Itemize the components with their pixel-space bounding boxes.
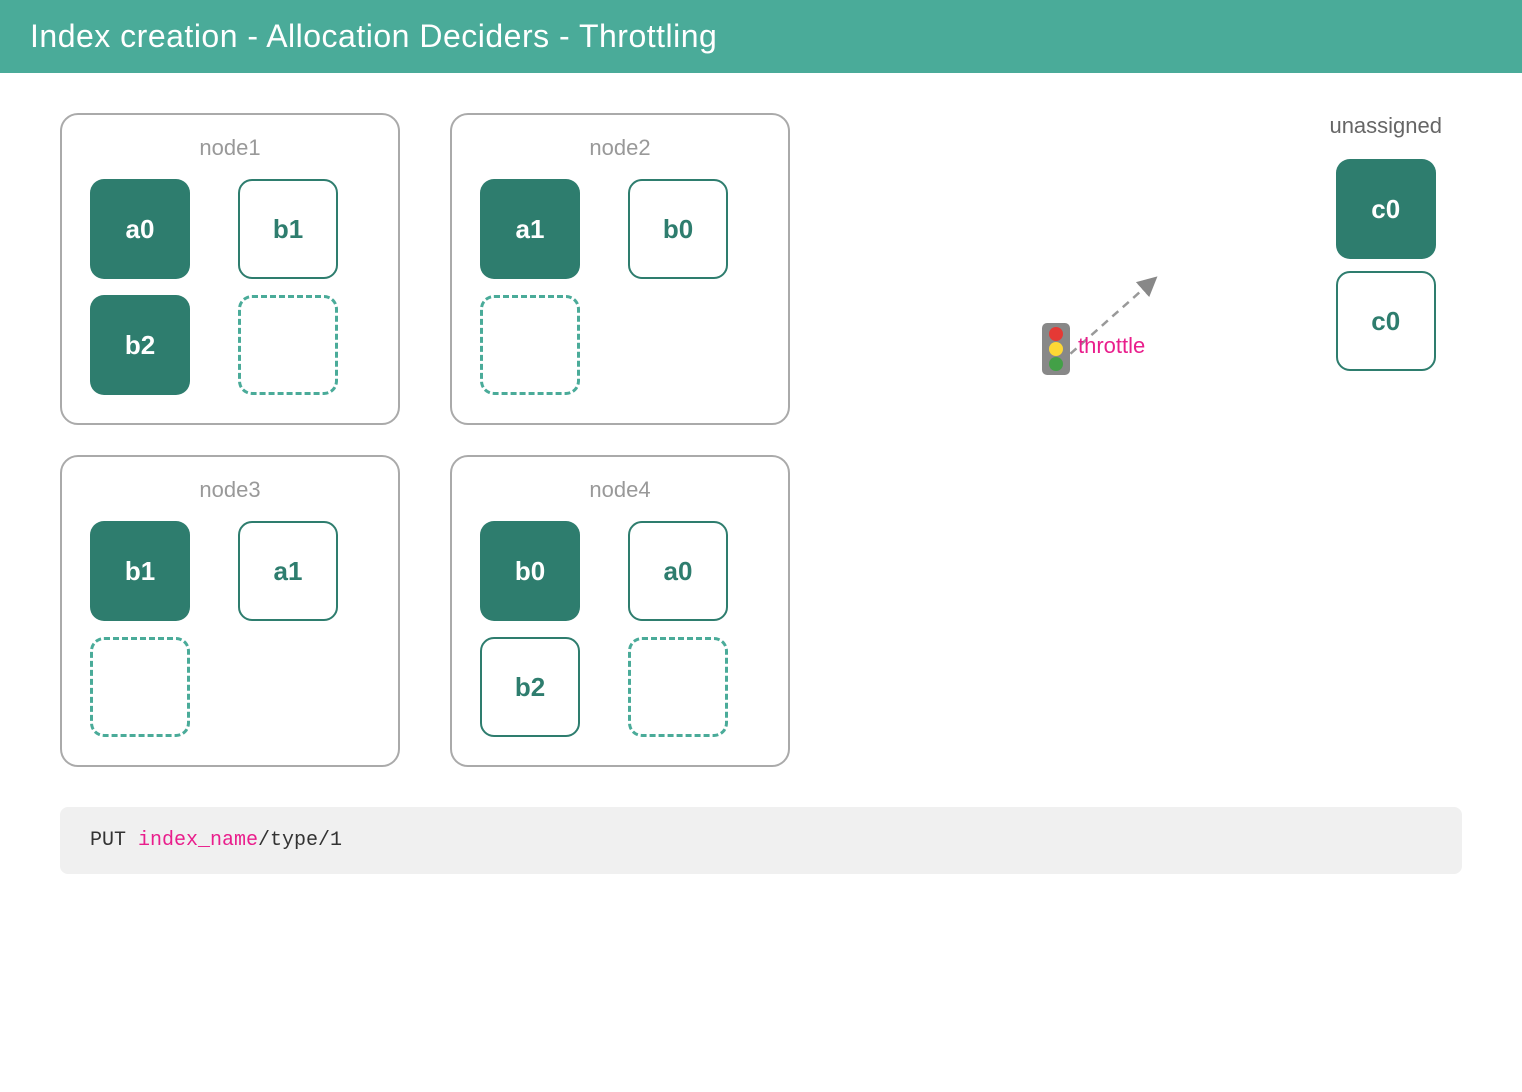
- shard-a0-primary: a0: [90, 179, 190, 279]
- node3-label: node3: [90, 477, 370, 503]
- bottom-row: node3 b1 a1 node4 b0 a0 b2: [60, 455, 1462, 767]
- tl-green: [1049, 357, 1063, 371]
- shard-empty-node2-1: [480, 295, 580, 395]
- shard-b1-primary-n3: b1: [90, 521, 190, 621]
- node2-shards: a1 b0: [480, 179, 760, 395]
- code-block: PUT index_name/type/1: [60, 807, 1462, 874]
- shard-a1-replica-n3: a1: [238, 521, 338, 621]
- code-suffix: /type/1: [258, 829, 342, 852]
- shard-empty-node1: [238, 295, 338, 395]
- node-box-node1: node1 a0 b1 b2: [60, 113, 400, 425]
- shard-a1-primary: a1: [480, 179, 580, 279]
- node1-label: node1: [90, 135, 370, 161]
- page-title: Index creation - Allocation Deciders - T…: [30, 18, 717, 54]
- node3-shards: b1 a1: [90, 521, 370, 737]
- shard-b0-primary-n4: b0: [480, 521, 580, 621]
- node4-shards: b0 a0 b2: [480, 521, 760, 737]
- main-content: throttle unassigned c0 c0 node1 a0 b1 b2: [0, 73, 1522, 904]
- throttle-label: throttle: [1078, 333, 1145, 359]
- node4-label: node4: [480, 477, 760, 503]
- node-box-node3: node3 b1 a1: [60, 455, 400, 767]
- shard-b0-replica: b0: [628, 179, 728, 279]
- page-header: Index creation - Allocation Deciders - T…: [0, 0, 1522, 73]
- tl-red: [1049, 327, 1063, 341]
- node-box-node2: node2 a1 b0: [450, 113, 790, 425]
- shard-a0-replica-n4: a0: [628, 521, 728, 621]
- shard-empty-node3: [90, 637, 190, 737]
- diagram-wrapper: throttle unassigned c0 c0 node1 a0 b1 b2: [60, 113, 1462, 767]
- node2-label: node2: [480, 135, 760, 161]
- node-box-node4: node4 b0 a0 b2: [450, 455, 790, 767]
- node1-shards: a0 b1 b2: [90, 179, 370, 395]
- shard-b2-replica-n4: b2: [480, 637, 580, 737]
- traffic-light-icon: [1042, 323, 1070, 375]
- tl-yellow: [1049, 342, 1063, 356]
- code-index-name: index_name: [138, 829, 258, 852]
- diagram-area: node1 a0 b1 b2 node2 a1 b0: [60, 113, 1462, 767]
- shard-empty-node4: [628, 637, 728, 737]
- shard-b1-replica: b1: [238, 179, 338, 279]
- code-put: PUT: [90, 829, 138, 852]
- top-row: node1 a0 b1 b2 node2 a1 b0: [60, 113, 1462, 425]
- shard-b2-primary: b2: [90, 295, 190, 395]
